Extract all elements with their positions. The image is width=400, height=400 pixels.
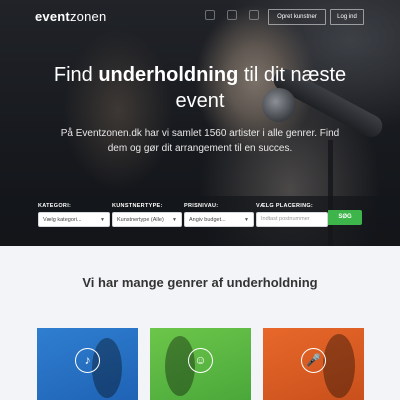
hero-subline: På Eventzonen.dk har vi samlet 1560 arti… [60,128,340,154]
category-label: KATEGORI: [38,203,72,209]
facebook-icon[interactable] [205,10,215,20]
category-field: KATEGORI: Vælg kategori... ▼ [38,203,110,227]
genre-card-speakers[interactable]: 🎤 [263,328,364,400]
genre-card-music[interactable]: ♪ [37,328,138,400]
location-field: VÆLG PLACERING: Indtast postnummer [256,203,328,227]
create-artist-button[interactable]: Opret kunstner [268,9,326,25]
artist-type-field: KUNSTNERTYPE: Kunstnertype (Alle) ▼ [112,203,182,227]
chevron-down-icon: ▼ [244,217,249,223]
login-button[interactable]: Log ind [330,9,364,25]
category-select[interactable]: Vælg kategori... ▼ [38,212,110,227]
genres-heading: Vi har mange genrer af underholdning [82,275,318,290]
chevron-down-icon: ▼ [100,217,105,223]
price-select[interactable]: Angiv budget... ▼ [184,212,254,227]
artist-type-select[interactable]: Kunstnertype (Alle) ▼ [112,212,182,227]
artist-type-label: KUNSTNERTYPE: [112,203,163,209]
search-button[interactable]: SØG [328,210,362,225]
price-field: PRISNIVAU: Angiv budget... ▼ [184,203,254,227]
chevron-down-icon: ▼ [172,217,177,223]
top-navbar: eventzonen Opret kunstner Log ind [0,0,400,32]
location-label: VÆLG PLACERING: [256,203,314,209]
performer-image [323,334,355,398]
social-icons [205,10,259,20]
theater-masks-icon: ☺ [188,348,213,373]
hero-headline: Find underholdning til dit næste event [53,64,347,112]
genre-card-theater[interactable]: ☺ [150,328,251,400]
microphone-icon: 🎤 [301,348,326,373]
instagram-icon[interactable] [227,10,237,20]
price-label: PRISNIVAU: [184,203,219,209]
linkedin-icon[interactable] [249,10,259,20]
guitar-icon: ♪ [75,348,100,373]
site-logo[interactable]: eventzonen [35,9,106,24]
postcode-input[interactable]: Indtast postnummer [256,212,328,227]
